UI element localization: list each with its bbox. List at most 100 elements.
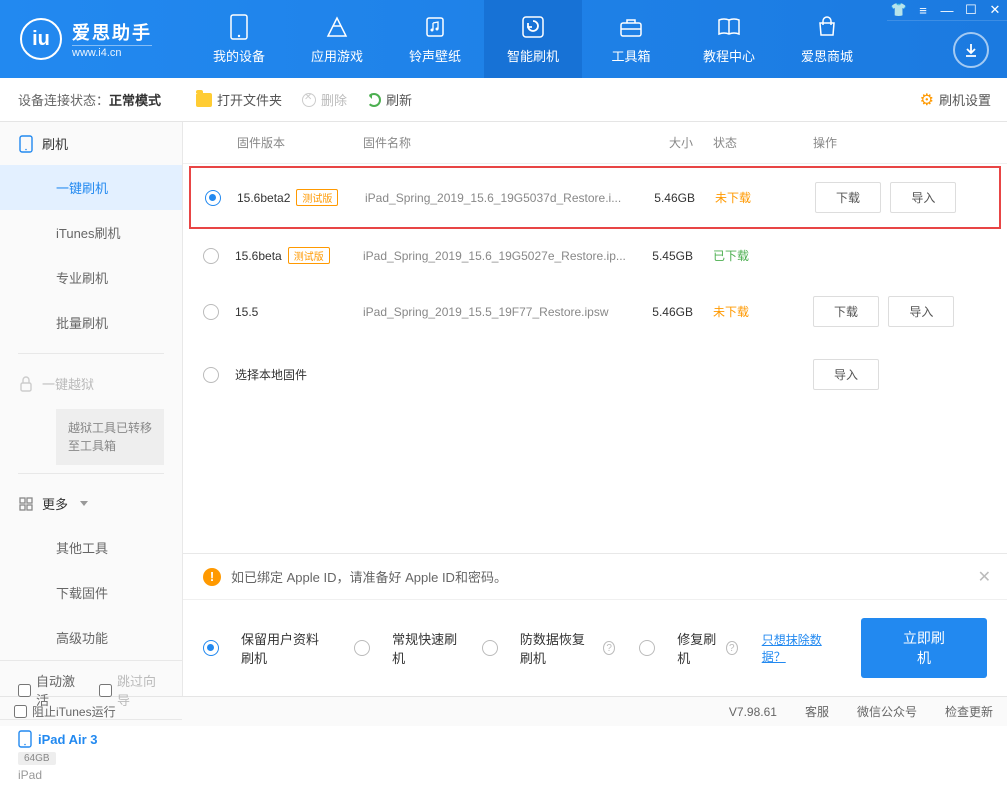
import-button[interactable]: 导入: [888, 296, 954, 327]
warning-bar: ! 如已绑定 Apple ID，请准备好 Apple ID和密码。 ✕: [183, 554, 1007, 600]
delete-button: 删除: [302, 90, 347, 109]
sidebar-more-header[interactable]: 更多: [0, 482, 182, 525]
close-warning-button[interactable]: ✕: [978, 567, 991, 587]
nav-tutorials[interactable]: 教程中心: [680, 0, 778, 78]
menu-icon[interactable]: ≡: [911, 0, 935, 20]
firmware-version: 15.6beta2: [237, 191, 290, 205]
divider: [18, 473, 164, 474]
block-itunes-checkbox[interactable]: 阻止iTunes运行: [14, 703, 116, 720]
flash-icon: [520, 14, 546, 40]
opt-keep-data[interactable]: 保留用户资料刷机: [203, 629, 330, 667]
radio-button[interactable]: [639, 640, 655, 656]
table-row[interactable]: 15.6beta 测试版 iPad_Spring_2019_15.6_19G50…: [183, 231, 1007, 280]
nav-flash[interactable]: 智能刷机: [484, 0, 582, 78]
col-size: 大小: [633, 134, 713, 151]
firmware-version: 15.6beta: [235, 249, 282, 263]
download-button[interactable]: [953, 32, 989, 68]
firmware-status: 未下载: [713, 303, 813, 320]
radio-button[interactable]: [203, 304, 219, 320]
radio-button[interactable]: [482, 640, 498, 656]
book-icon: [716, 14, 742, 40]
apps-icon: [324, 14, 350, 40]
sidebar-item-advanced[interactable]: 高级功能: [0, 615, 182, 660]
sidebar-jailbreak-header: 一键越狱: [0, 362, 182, 405]
footer-link-wechat[interactable]: 微信公众号: [857, 703, 917, 720]
table-row[interactable]: 15.6beta2 测试版 iPad_Spring_2019_15.6_19G5…: [189, 166, 1001, 229]
nav-store[interactable]: 爱思商城: [778, 0, 876, 78]
music-icon: [422, 14, 448, 40]
header: iu 爱思助手 www.i4.cn 我的设备 应用游戏 铃声壁纸 智能刷机 工具…: [0, 0, 1007, 78]
sidebar-item-download-fw[interactable]: 下载固件: [0, 570, 182, 615]
import-button[interactable]: 导入: [813, 359, 879, 390]
logo[interactable]: iu 爱思助手 www.i4.cn: [0, 0, 190, 78]
device-name[interactable]: iPad Air 3: [18, 730, 164, 748]
nav-toolbox[interactable]: 工具箱: [582, 0, 680, 78]
flash-now-button[interactable]: 立即刷机: [861, 618, 987, 678]
opt-repair[interactable]: 修复刷机?: [639, 629, 737, 667]
firmware-version: 15.5: [235, 305, 258, 319]
flash-settings-button[interactable]: ⚙ 刷机设置: [920, 90, 991, 110]
logo-icon: iu: [20, 18, 62, 60]
close-icon[interactable]: ✕: [983, 0, 1007, 20]
nav-apps[interactable]: 应用游戏: [288, 0, 386, 78]
minimize-icon[interactable]: —: [935, 0, 959, 20]
sidebar-item-other[interactable]: 其他工具: [0, 525, 182, 570]
refresh-icon: [367, 93, 381, 107]
download-arrow-icon: [962, 41, 980, 59]
app-url: www.i4.cn: [72, 45, 152, 59]
refresh-button[interactable]: 刷新: [367, 90, 412, 109]
table-row-local[interactable]: 选择本地固件 导入: [183, 343, 1007, 406]
radio-button[interactable]: [205, 190, 221, 206]
flash-options: 保留用户资料刷机 常规快速刷机 防数据恢复刷机? 修复刷机? 只想抹除数据？ 立…: [183, 600, 1007, 696]
radio-button[interactable]: [354, 640, 370, 656]
version-label: V7.98.61: [729, 705, 777, 719]
warning-icon: !: [203, 568, 221, 586]
firmware-name: iPad_Spring_2019_15.6_19G5037d_Restore.i…: [365, 191, 635, 205]
beta-tag: 测试版: [296, 189, 338, 206]
open-folder-button[interactable]: 打开文件夹: [196, 90, 282, 109]
nav-ringtones[interactable]: 铃声壁纸: [386, 0, 484, 78]
grid-icon: [18, 496, 34, 512]
sidebar-item-oneclick[interactable]: 一键刷机: [0, 165, 182, 210]
gear-icon: ⚙: [920, 90, 934, 110]
footer-link-update[interactable]: 检查更新: [945, 703, 993, 720]
footer-link-support[interactable]: 客服: [805, 703, 829, 720]
import-button[interactable]: 导入: [890, 182, 956, 213]
warning-text: 如已绑定 Apple ID，请准备好 Apple ID和密码。: [231, 567, 507, 586]
download-button[interactable]: 下载: [813, 296, 879, 327]
help-icon[interactable]: ?: [603, 641, 615, 655]
sidebar-item-itunes[interactable]: iTunes刷机: [0, 210, 182, 255]
firmware-name: iPad_Spring_2019_15.5_19F77_Restore.ipsw: [363, 305, 633, 319]
firmware-status: 未下载: [715, 189, 815, 206]
toolbar: 设备连接状态：正常模式 打开文件夹 删除 刷新 ⚙ 刷机设置: [0, 78, 1007, 122]
tablet-icon: [18, 730, 32, 748]
toolbox-icon: [618, 14, 644, 40]
col-action: 操作: [813, 134, 983, 151]
device-icon: [226, 14, 252, 40]
store-icon: [814, 14, 840, 40]
window-controls: 👕 ≡ — ☐ ✕: [887, 0, 1007, 21]
radio-button[interactable]: [203, 640, 219, 656]
firmware-size: 5.45GB: [633, 249, 713, 263]
maximize-icon[interactable]: ☐: [959, 0, 983, 20]
sidebar-flash-header[interactable]: 刷机: [0, 122, 182, 165]
firmware-name: iPad_Spring_2019_15.6_19G5027e_Restore.i…: [363, 249, 633, 263]
col-status: 状态: [713, 134, 813, 151]
sidebar-item-batch[interactable]: 批量刷机: [0, 300, 182, 345]
beta-tag: 测试版: [288, 247, 330, 264]
erase-data-link[interactable]: 只想抹除数据？: [762, 631, 837, 665]
connection-status: 设备连接状态：正常模式: [18, 90, 196, 109]
radio-button[interactable]: [203, 367, 219, 383]
bottom-panel: ! 如已绑定 Apple ID，请准备好 Apple ID和密码。 ✕ 保留用户…: [183, 553, 1007, 696]
tshirt-icon[interactable]: 👕: [887, 0, 911, 20]
help-icon[interactable]: ?: [726, 641, 738, 655]
main: 刷机 一键刷机 iTunes刷机 专业刷机 批量刷机 一键越狱 越狱工具已转移至…: [0, 122, 1007, 696]
download-button[interactable]: 下载: [815, 182, 881, 213]
firmware-status: 已下载: [713, 247, 813, 264]
opt-anti-recover[interactable]: 防数据恢复刷机?: [482, 629, 615, 667]
nav-my-device[interactable]: 我的设备: [190, 0, 288, 78]
sidebar-item-pro[interactable]: 专业刷机: [0, 255, 182, 300]
opt-normal[interactable]: 常规快速刷机: [354, 629, 458, 667]
table-row[interactable]: 15.5 iPad_Spring_2019_15.5_19F77_Restore…: [183, 280, 1007, 343]
radio-button[interactable]: [203, 248, 219, 264]
